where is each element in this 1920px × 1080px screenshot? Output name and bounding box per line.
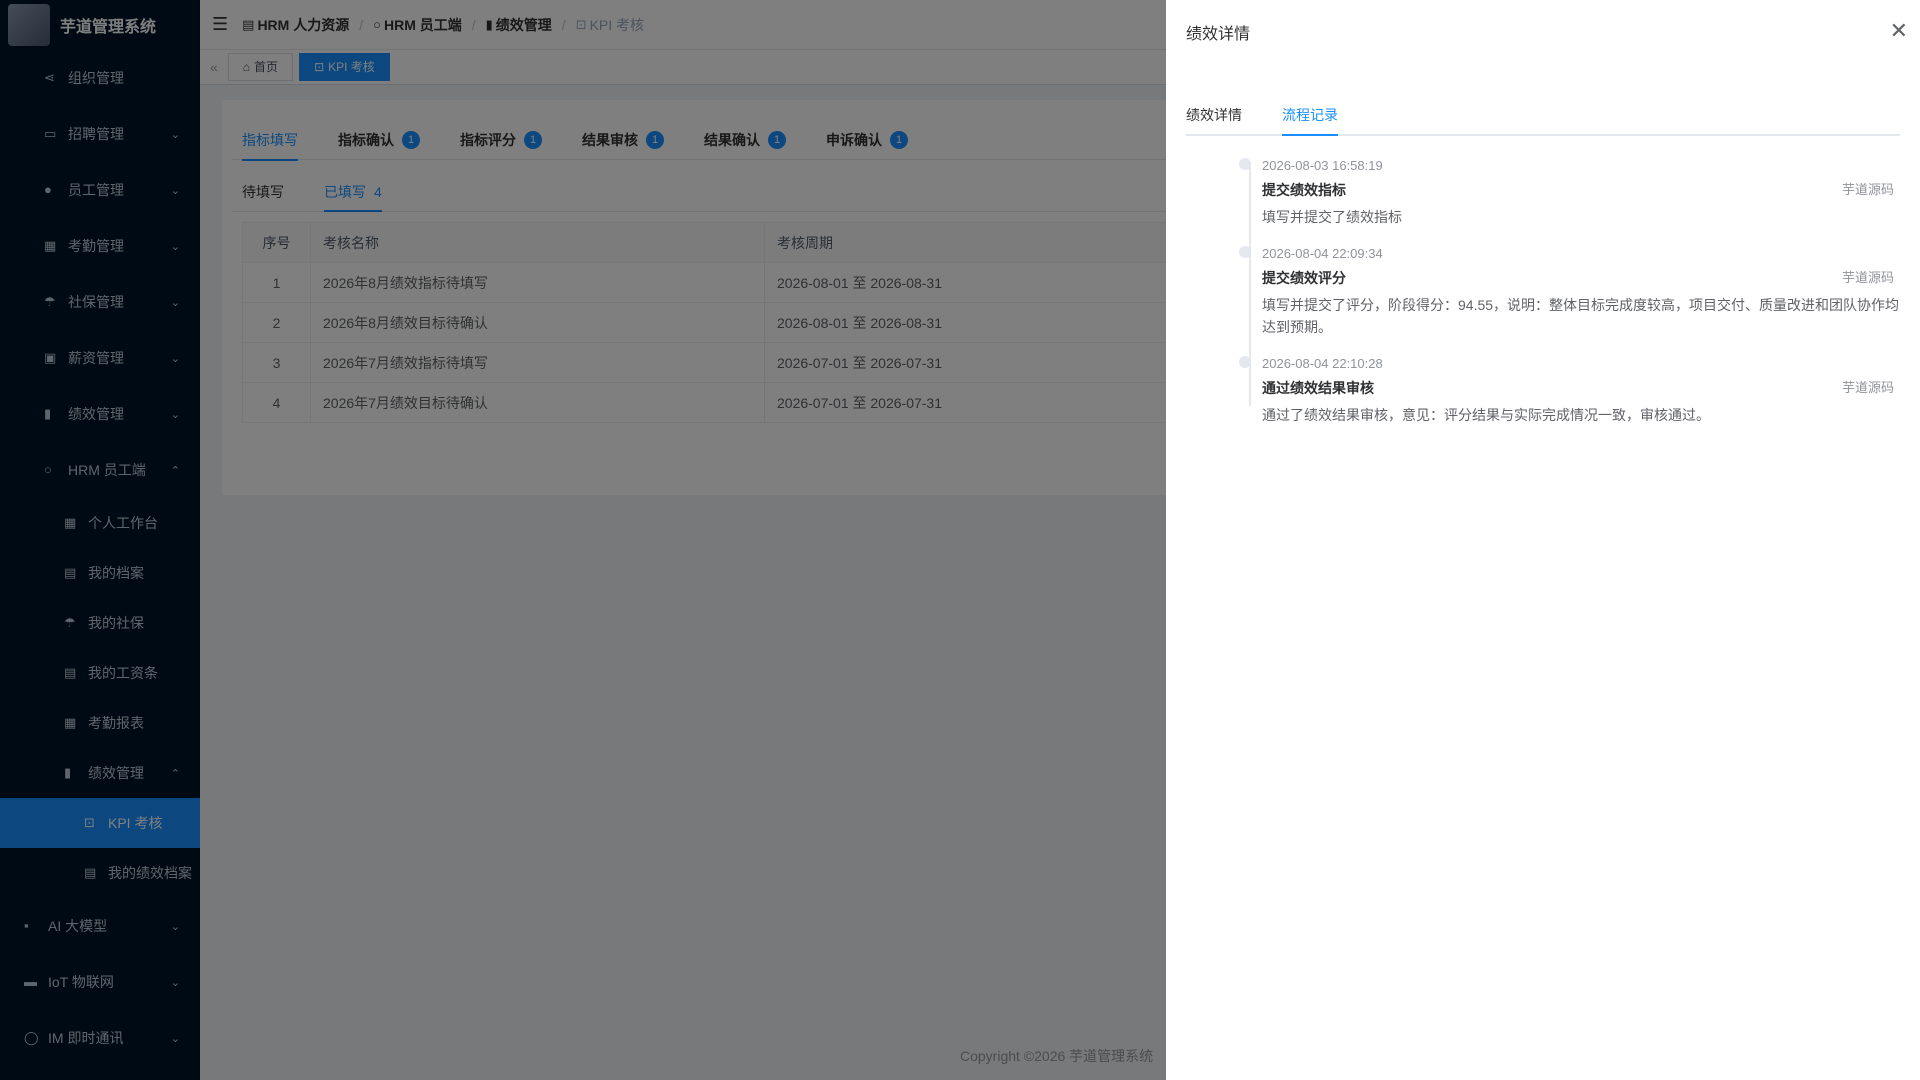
timeline-title: 通过绩效结果审核 — [1262, 380, 1374, 396]
tab-label: 绩效详情 — [1186, 107, 1242, 123]
close-icon[interactable]: ✕ — [1890, 20, 1908, 42]
timeline-user: 芋道源码 — [1841, 182, 1894, 197]
timeline-dot — [1239, 246, 1251, 258]
timeline-title: 提交绩效指标 — [1262, 182, 1346, 198]
tab-process-record[interactable]: 流程记录 — [1282, 96, 1338, 136]
timeline-timestamp: 2026-08-04 22:09:34 — [1262, 246, 1383, 261]
timeline-header: 提交绩效评分 芋道源码 — [1262, 268, 1900, 288]
drawer-title: 绩效详情 — [1186, 26, 1251, 43]
timeline-description: 填写并提交了绩效指标 — [1262, 209, 1402, 225]
timeline-description: 通过了绩效结果审核，意见：评分结果与实际完成情况一致，审核通过。 — [1262, 407, 1710, 423]
drawer-tabs: 绩效详情 流程记录 — [1186, 96, 1900, 136]
timeline-timestamp: 2026-08-04 22:10:28 — [1262, 356, 1383, 371]
tab-performance-detail[interactable]: 绩效详情 — [1186, 96, 1242, 134]
timeline-timestamp: 2026-08-03 16:58:19 — [1262, 158, 1383, 173]
process-timeline: 2026-08-03 16:58:19 提交绩效指标 芋道源码 填写并提交了绩效… — [1186, 156, 1900, 426]
timeline-item: 2026-08-04 22:10:28 通过绩效结果审核 芋道源码 通过了绩效结… — [1239, 354, 1900, 426]
timeline-line — [1249, 166, 1251, 406]
timeline-dot — [1239, 356, 1251, 368]
timeline-dot — [1239, 158, 1251, 170]
tab-label: 流程记录 — [1282, 107, 1338, 123]
timeline-user: 芋道源码 — [1841, 380, 1894, 395]
timeline-header: 通过绩效结果审核 芋道源码 — [1262, 378, 1900, 398]
timeline-header: 提交绩效指标 芋道源码 — [1262, 180, 1900, 200]
timeline-title: 提交绩效评分 — [1262, 270, 1346, 286]
timeline-item: 2026-08-04 22:09:34 提交绩效评分 芋道源码 填写并提交了评分… — [1239, 244, 1900, 338]
timeline-description: 填写并提交了评分，阶段得分：94.55，说明：整体目标完成度较高，项目交付、质量… — [1262, 297, 1900, 335]
timeline-item: 2026-08-03 16:58:19 提交绩效指标 芋道源码 填写并提交了绩效… — [1239, 156, 1900, 228]
timeline-user: 芋道源码 — [1841, 270, 1894, 285]
performance-detail-drawer: 绩效详情 ✕ 绩效详情 流程记录 2026-08-03 16:58:19 提交绩… — [1166, 0, 1920, 1080]
